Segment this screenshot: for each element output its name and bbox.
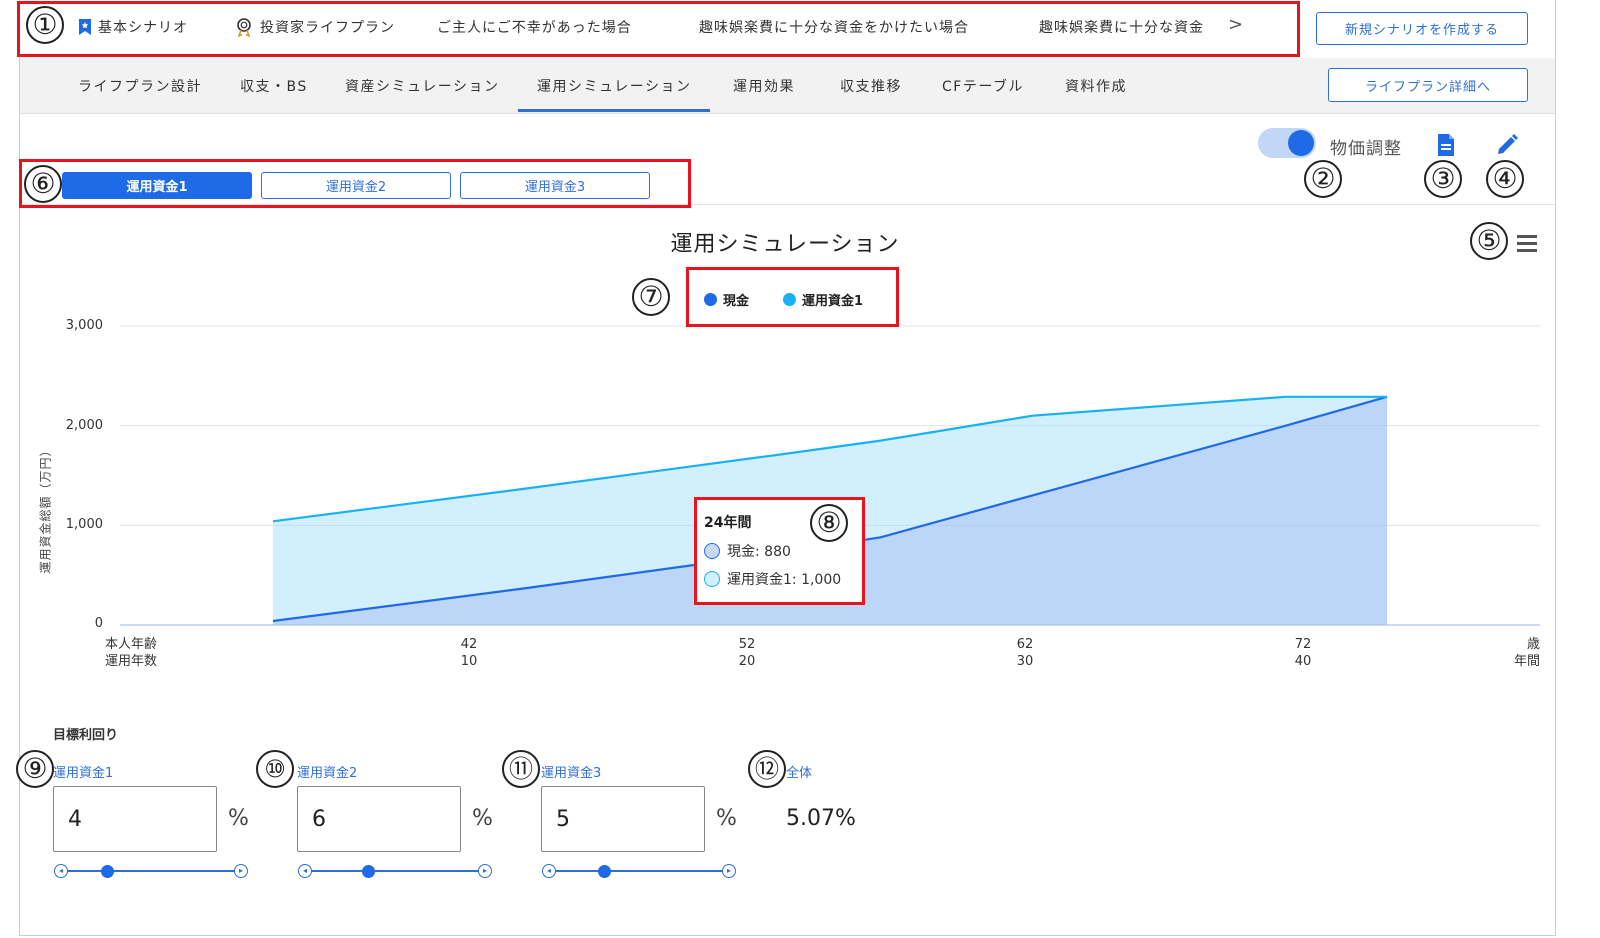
overall-return-value: 5.07% [786,806,856,831]
fund2-unit: % [472,806,493,831]
x-tick-years: 10 [460,654,478,669]
overall-label: 全体 [786,766,813,781]
target-return-title: 目標利回り [53,728,119,743]
annotation-box-fund-tabs [19,159,691,208]
fund3-unit: % [716,806,737,831]
slider-increase-icon[interactable]: ▸ [722,864,736,878]
x-unit-age: 歳 [1526,637,1540,652]
slider-track [552,870,726,872]
annotation-badge-7: ⑦ [632,278,670,316]
annotation-badge-2: ② [1304,160,1342,198]
x-row-label-age: 本人年齢 [105,637,158,652]
x-tick-age: 62 [1016,637,1034,652]
slider-thumb[interactable] [362,865,376,878]
y-axis-label: 運用資金総額（万円） [37,443,54,573]
fund2-label: 運用資金2 [297,766,358,781]
x-tick-label: 52 20 [717,636,777,670]
slider-decrease-icon[interactable]: ◂ [542,864,556,878]
fund1-label: 運用資金1 [53,766,114,781]
annotation-badge-8: ⑧ [810,504,848,542]
annotation-badge-1: ① [26,6,64,44]
annotation-badge-3: ③ [1424,160,1462,198]
annotation-badge-11: ⑪ [502,750,540,788]
x-tick-years: 20 [738,654,756,669]
y-tick-label: 2,000 [65,418,103,433]
x-unit-years: 年間 [1513,654,1540,669]
x-tick-years: 30 [1016,654,1034,669]
annotation-badge-4: ④ [1486,160,1524,198]
slider-increase-icon[interactable]: ▸ [478,864,492,878]
slider-thumb[interactable] [597,865,611,878]
slider-decrease-icon[interactable]: ◂ [54,864,68,878]
fund2-rate-input[interactable]: 6 [297,786,461,852]
annotation-badge-6: ⑥ [24,165,62,203]
fund1-rate-input[interactable]: 4 [53,786,217,852]
annotation-box-scenarios [17,1,1300,57]
annotation-badge-10: ⑩ [256,750,294,788]
x-tick-age: 52 [738,637,756,652]
x-tick-label: 72 40 [1273,636,1333,670]
x-tick-label: 62 30 [995,636,1055,670]
annotation-badge-12: ⑫ [748,750,786,788]
slider-thumb[interactable] [101,865,114,878]
y-axis-label-text: 運用資金総額（万円） [38,443,53,574]
annotation-box-legend [686,267,899,327]
fund3-rate-input[interactable]: 5 [541,786,705,852]
slider-track [308,870,482,872]
x-unit-labels: 歳 年間 [1480,636,1540,670]
slider-increase-icon[interactable]: ▸ [234,864,248,878]
x-row-labels: 本人年齢 運用年数 [105,636,165,670]
x-tick-age: 42 [460,637,478,652]
annotation-badge-5: ⑤ [1470,222,1508,260]
slider-track [64,870,238,872]
slider-decrease-icon[interactable]: ◂ [298,864,312,878]
fund3-label: 運用資金3 [541,766,602,781]
fund2-slider[interactable]: ◂ ▸ [298,862,492,880]
x-tick-label: 42 10 [439,636,499,670]
y-tick-label: 3,000 [65,318,103,333]
fund1-slider[interactable]: ◂ ▸ [54,862,248,880]
annotation-badge-9: ⑨ [16,750,54,788]
y-tick-label: 0 [94,616,103,631]
fund1-unit: % [228,806,249,831]
x-tick-years: 40 [1294,654,1312,669]
fund3-slider[interactable]: ◂ ▸ [542,862,736,880]
x-row-label-years: 運用年数 [105,654,158,669]
x-tick-age: 72 [1294,637,1312,652]
